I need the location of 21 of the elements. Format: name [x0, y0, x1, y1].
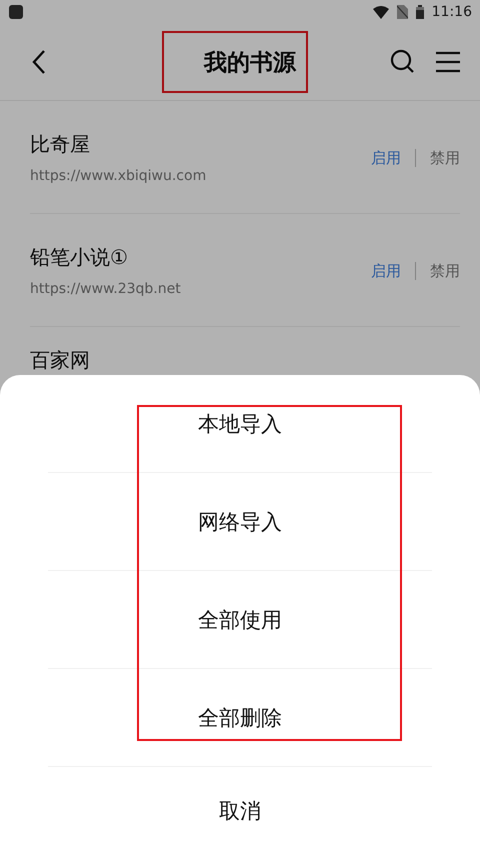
menu-option[interactable]: 网络导入: [48, 473, 432, 571]
disable-link[interactable]: 禁用: [430, 262, 460, 280]
menu-icon[interactable]: [436, 51, 460, 73]
back-icon[interactable]: [31, 49, 47, 75]
menu-option[interactable]: 全部删除: [48, 669, 432, 767]
source-name: 铅笔小说①: [30, 244, 129, 270]
app-notification-icon: [9, 5, 23, 19]
source-url: https://www.xbiqiwu.com: [30, 168, 206, 184]
page-title: 我的书源: [162, 31, 308, 93]
source-url: https://www.23qb.net: [30, 280, 181, 296]
search-icon[interactable]: [390, 49, 416, 75]
source-name: 百家网: [30, 347, 90, 374]
wifi-icon: [372, 6, 389, 18]
menu-option[interactable]: 全部使用: [48, 571, 432, 669]
cancel-button[interactable]: 取消: [48, 767, 432, 854]
menu-option[interactable]: 本地导入: [48, 375, 432, 473]
source-name: 比奇屋: [30, 130, 91, 158]
disable-link[interactable]: 禁用: [430, 148, 460, 168]
battery-icon: [416, 5, 424, 19]
no-sim-icon: [396, 5, 408, 19]
status-time: 11:16: [432, 4, 472, 20]
